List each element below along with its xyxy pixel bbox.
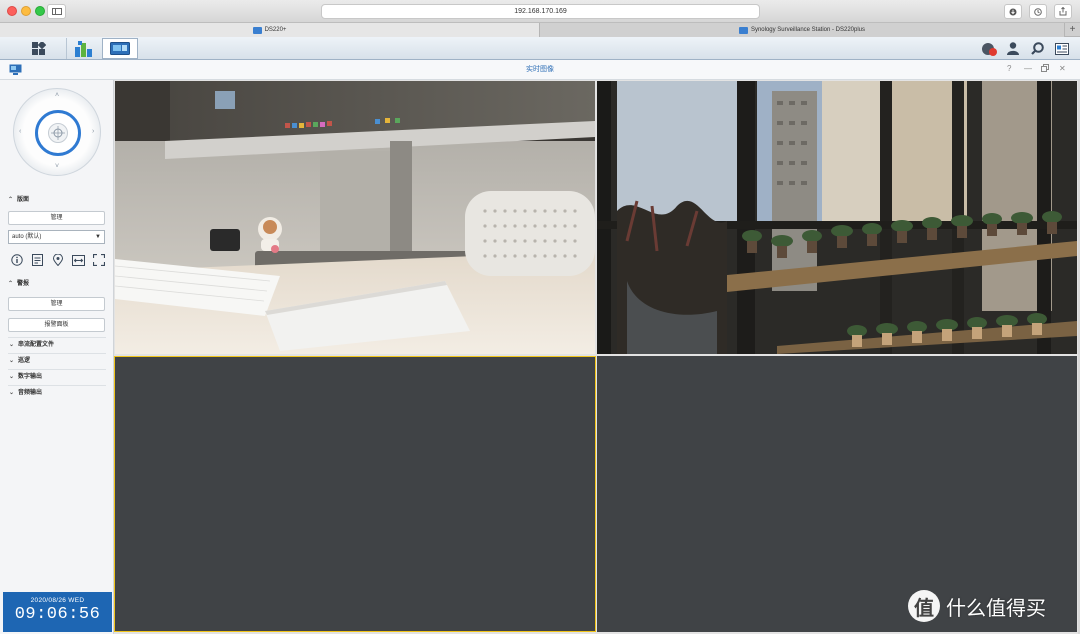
info-button[interactable]: [10, 253, 24, 267]
browser-titlebar: 192.168.170.169: [0, 0, 1080, 23]
close-window-button[interactable]: [7, 6, 17, 16]
clock-widget: 2020/08/26 WED 09:06:56: [3, 592, 112, 632]
camera-tile-balcony[interactable]: [597, 81, 1077, 354]
alarm-panel-button[interactable]: 报警面板: [8, 318, 105, 332]
address-bar[interactable]: 192.168.170.169: [321, 4, 760, 19]
window-header: 实时图像 ? — ✕: [0, 60, 1080, 80]
surveillance-app-icon: [74, 40, 92, 57]
live-view-app-icon: [110, 41, 130, 55]
ptz-center-handle[interactable]: [48, 123, 68, 143]
dsm-favicon-icon: [252, 26, 262, 34]
section-label: 串流配置文件: [18, 342, 55, 348]
clock-date: 2020/08/26 WED: [30, 597, 85, 604]
clock-time: 09:06:56: [14, 605, 101, 624]
widgets-icon: [1055, 42, 1069, 55]
layout-select[interactable]: auto (默认) ▼: [8, 230, 105, 244]
new-tab-button[interactable]: +: [1064, 23, 1080, 37]
alarm-section-label: 警报: [17, 281, 30, 287]
user-button[interactable]: [1004, 40, 1022, 57]
widgets-button[interactable]: [1053, 40, 1071, 57]
main-menu-button[interactable]: [14, 38, 64, 59]
alarm-section-header[interactable]: ⌃ 警报: [8, 278, 29, 287]
section-label: 音频输出: [18, 390, 43, 396]
layout-section-label: 版面: [17, 197, 30, 203]
section-label: 巡逻: [18, 358, 31, 364]
zoom-window-button[interactable]: [35, 6, 45, 16]
search-icon: [1030, 42, 1044, 55]
chevron-up-icon: ⌃: [8, 197, 14, 203]
browser-tabbar: DS220+ Synology Surveillance Station - D…: [0, 23, 1080, 37]
location-button[interactable]: [51, 253, 65, 267]
browser-tab-ds220[interactable]: DS220+: [0, 23, 540, 37]
tab-label: DS220+: [264, 27, 287, 33]
section-label: 数字输出: [18, 374, 43, 380]
chevron-down-icon: ⌄: [9, 374, 15, 380]
sidebar-toggle-button[interactable]: [47, 4, 66, 19]
alarm-manage-button[interactable]: 管理: [8, 297, 105, 311]
ptz-down-arrow-icon[interactable]: ˅: [55, 163, 59, 170]
watermark-text: 什么值得买: [946, 595, 1046, 620]
clock-icon: [1034, 7, 1042, 16]
taskbar-app-surveillance[interactable]: [66, 38, 100, 59]
help-button[interactable]: ?: [1007, 64, 1011, 73]
taskbar-app-live-view[interactable]: [102, 38, 138, 59]
browser-tab-surveillance[interactable]: Synology Surveillance Station - DS220plu…: [540, 23, 1064, 37]
restore-icon: [1041, 64, 1049, 72]
history-button[interactable]: [1029, 4, 1047, 19]
camera-feed-desk: [115, 81, 595, 354]
digital-output-section[interactable]: ⌄ 数字输出: [8, 369, 106, 384]
notification-icon: [982, 42, 997, 56]
layout-tool-row: [10, 253, 106, 267]
dsm-favicon-icon: [738, 26, 748, 34]
audio-output-section[interactable]: ⌄ 音频输出: [8, 385, 106, 400]
sidebar-icon: [51, 8, 62, 15]
minimize-button[interactable]: —: [1024, 64, 1032, 73]
minimize-window-button[interactable]: [21, 6, 31, 16]
location-pin-icon: [53, 254, 63, 266]
share-icon: [1059, 7, 1067, 16]
layout-section-header[interactable]: ⌃ 版面: [8, 194, 29, 203]
left-panel: ˄ ˅ ‹ › ⌃ 版面 管理 auto (默认) ▼ ⌃ 警报 管理 报警面板…: [0, 80, 114, 634]
dsm-taskbar: [0, 37, 1080, 60]
ptz-joystick[interactable]: [35, 110, 81, 156]
live-view-grid: [114, 80, 1078, 634]
chevron-down-icon: ⌄: [9, 390, 15, 396]
layout-select-value: auto (默认): [12, 234, 42, 240]
document-icon: [32, 254, 43, 266]
search-button[interactable]: [1028, 40, 1046, 57]
layout-manage-button[interactable]: 管理: [8, 211, 105, 225]
chevron-down-icon: ⌄: [9, 358, 15, 364]
camera-tile-desk[interactable]: [115, 81, 595, 354]
fit-width-button[interactable]: [72, 253, 86, 267]
tab-label: Synology Surveillance Station - DS220plu…: [750, 27, 866, 33]
fullscreen-icon: [93, 254, 105, 266]
camera-feed-balcony: [597, 81, 1077, 354]
restore-button[interactable]: [1041, 64, 1049, 74]
close-button[interactable]: ✕: [1059, 64, 1066, 73]
chevron-up-icon: ⌃: [8, 281, 14, 287]
info-icon: [11, 254, 23, 266]
stream-profile-section[interactable]: ⌄ 串流配置文件: [8, 337, 106, 352]
download-button[interactable]: [1004, 4, 1022, 19]
share-button[interactable]: [1054, 4, 1072, 19]
main-menu-icon: [32, 42, 46, 55]
ptz-right-arrow-icon[interactable]: ›: [92, 128, 94, 135]
document-button[interactable]: [31, 253, 45, 267]
watermark: 值 什么值得买: [908, 590, 1046, 622]
ptz-control[interactable]: ˄ ˅ ‹ ›: [13, 88, 101, 176]
chevron-down-icon: ⌄: [9, 342, 15, 348]
ptz-up-arrow-icon[interactable]: ˄: [55, 92, 59, 99]
crosshair-icon: [51, 126, 65, 140]
download-icon: [1009, 8, 1017, 15]
camera-tile-empty-selected[interactable]: [114, 356, 596, 632]
watermark-logo: 值: [908, 590, 940, 622]
caret-down-icon: ▼: [95, 234, 101, 240]
fit-width-icon: [72, 254, 85, 266]
window-title: 实时图像: [526, 66, 554, 73]
fullscreen-button[interactable]: [92, 253, 106, 267]
ptz-left-arrow-icon[interactable]: ‹: [19, 128, 21, 135]
user-icon: [1007, 42, 1019, 55]
notifications-button[interactable]: [980, 40, 998, 57]
patrol-section[interactable]: ⌄ 巡逻: [8, 353, 106, 368]
